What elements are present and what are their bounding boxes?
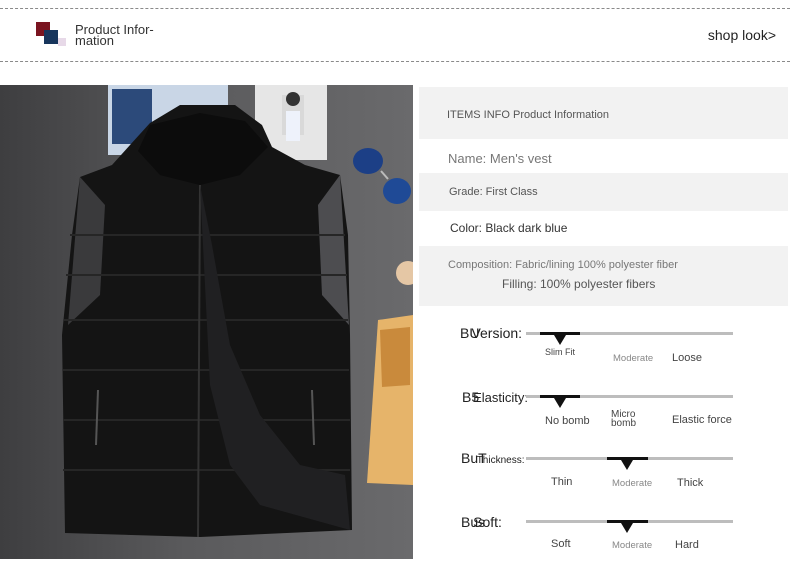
soft-pointer [621, 523, 633, 533]
grade-row: Grade: First Class [419, 173, 788, 211]
product-filling: Filling: 100% polyester fibers [502, 277, 656, 291]
info-heading: ITEMS INFO Product Information [447, 109, 609, 121]
product-grade: Grade: First Class [449, 186, 538, 198]
info-heading-row: ITEMS INFO Product Information [419, 87, 788, 139]
soft-text: Soft: [473, 514, 502, 530]
version-option-1: Slim Fit [545, 347, 575, 357]
name-row: Name: Men's vest [419, 145, 788, 175]
thickness-label: BuTThickness: [461, 450, 524, 466]
version-label: BUVersion: [460, 325, 522, 341]
color-row: Color: Black dark blue [419, 215, 788, 243]
logo-mark-light [58, 38, 66, 46]
elasticity-option-3: Elastic force [672, 414, 732, 426]
soft-option-1: Soft [551, 538, 571, 550]
version-option-3: Loose [672, 352, 702, 364]
thickness-option-3: Thick [677, 477, 704, 489]
thickness-option-2: Moderate [612, 478, 653, 489]
product-composition: Composition: Fabric/lining 100% polyeste… [448, 259, 678, 271]
version-text: Version: [471, 325, 523, 341]
elasticity-pointer [554, 398, 566, 408]
product-color: Color: Black dark blue [450, 221, 568, 235]
top-divider [0, 8, 790, 9]
elasticity-text: Elasticity: [473, 390, 529, 405]
logo-mark-blue [44, 30, 58, 44]
elasticity-option-2: Micro bomb [611, 409, 637, 429]
thickness-text: Thickness: [476, 455, 525, 466]
elasticity-label: B5Elasticity: [462, 389, 528, 405]
shop-look-link[interactable]: shop look> [708, 27, 776, 43]
section-title: Product Infor- mation [75, 23, 185, 48]
soft-option-3: Hard [675, 539, 699, 551]
soft-option-2: Moderate [612, 540, 653, 551]
section-title-line2: mation [75, 33, 115, 48]
version-pointer [554, 335, 566, 345]
composition-row: Composition: Fabric/lining 100% polyeste… [419, 246, 788, 306]
header-divider [0, 61, 790, 62]
thickness-pointer [621, 460, 633, 470]
version-option-2: Moderate [613, 353, 654, 364]
soft-label: BusSoft: [461, 514, 502, 530]
thickness-option-1: Thin [551, 476, 573, 488]
product-photo [0, 85, 413, 559]
elasticity-option-1: No bomb [545, 415, 590, 427]
product-name: Name: Men's vest [448, 151, 552, 166]
